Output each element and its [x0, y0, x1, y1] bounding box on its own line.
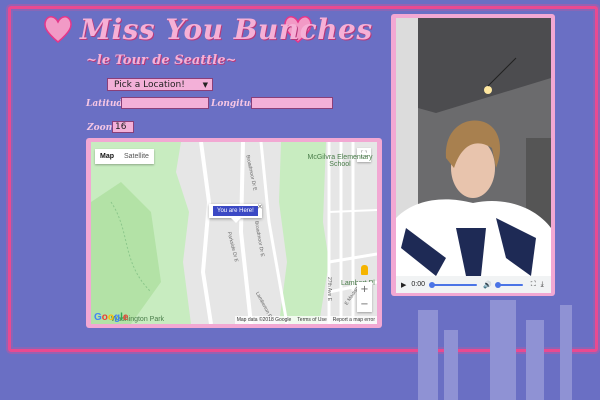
google-map[interactable]: Map Satellite ⛶ You are Here! ✕ McGilvra… — [91, 142, 377, 324]
zoom-in-button[interactable]: + — [357, 282, 372, 297]
volume-icon[interactable]: 🔊 — [483, 281, 492, 289]
video-frame-image — [396, 18, 551, 276]
pegman-icon[interactable] — [361, 265, 368, 275]
map-zoom-control[interactable]: + − — [357, 282, 372, 312]
close-icon[interactable]: ✕ — [257, 203, 263, 211]
location-select-value: Pick a Location! — [114, 80, 185, 90]
page-title: Miss You Bunches — [80, 13, 373, 46]
fullscreen-icon[interactable]: ⛶ — [531, 281, 536, 289]
latitude-input[interactable] — [121, 97, 209, 109]
location-select[interactable]: Pick a Location! ▼ — [107, 78, 213, 91]
report-error-link[interactable]: Report a map error — [333, 316, 375, 324]
video-time: 0:00 — [411, 281, 426, 288]
video-player[interactable] — [396, 18, 551, 276]
video-progress-bar[interactable] — [429, 281, 478, 288]
chevron-down-icon: ▼ — [202, 81, 208, 89]
map-info-window: You are Here! ✕ — [209, 203, 263, 223]
map-data-credit: Map data ©2018 Google — [236, 317, 292, 323]
map-type-satellite[interactable]: Satellite — [119, 149, 154, 164]
map-type-map[interactable]: Map — [95, 149, 119, 164]
google-logo: Google — [94, 312, 129, 323]
terms-link[interactable]: Terms of Use — [297, 316, 326, 324]
map-attribution: Map data ©2018 Google Terms of Use Repor… — [234, 316, 377, 324]
map-type-control[interactable]: Map Satellite — [95, 149, 154, 164]
heart-icon-left — [44, 16, 72, 43]
skyline-decoration — [418, 300, 572, 400]
video-controls: ▶ 0:00 🔊 ⛶ ⤓ — [396, 276, 551, 293]
page-subtitle: ~le Tour de Seattle~ — [86, 53, 237, 68]
zoom-out-button[interactable]: − — [357, 297, 372, 312]
download-icon[interactable]: ⤓ — [541, 281, 544, 289]
info-window-label: You are Here! — [213, 206, 258, 216]
play-icon[interactable]: ▶ — [401, 281, 406, 289]
zoom-input[interactable]: 16 — [112, 121, 134, 133]
poi-school: McGilvra Elementary School — [307, 154, 373, 168]
road-label: 27th Ave E — [326, 276, 333, 302]
longitude-input[interactable] — [251, 97, 333, 109]
volume-slider[interactable] — [494, 281, 523, 288]
map-canvas — [91, 142, 377, 324]
